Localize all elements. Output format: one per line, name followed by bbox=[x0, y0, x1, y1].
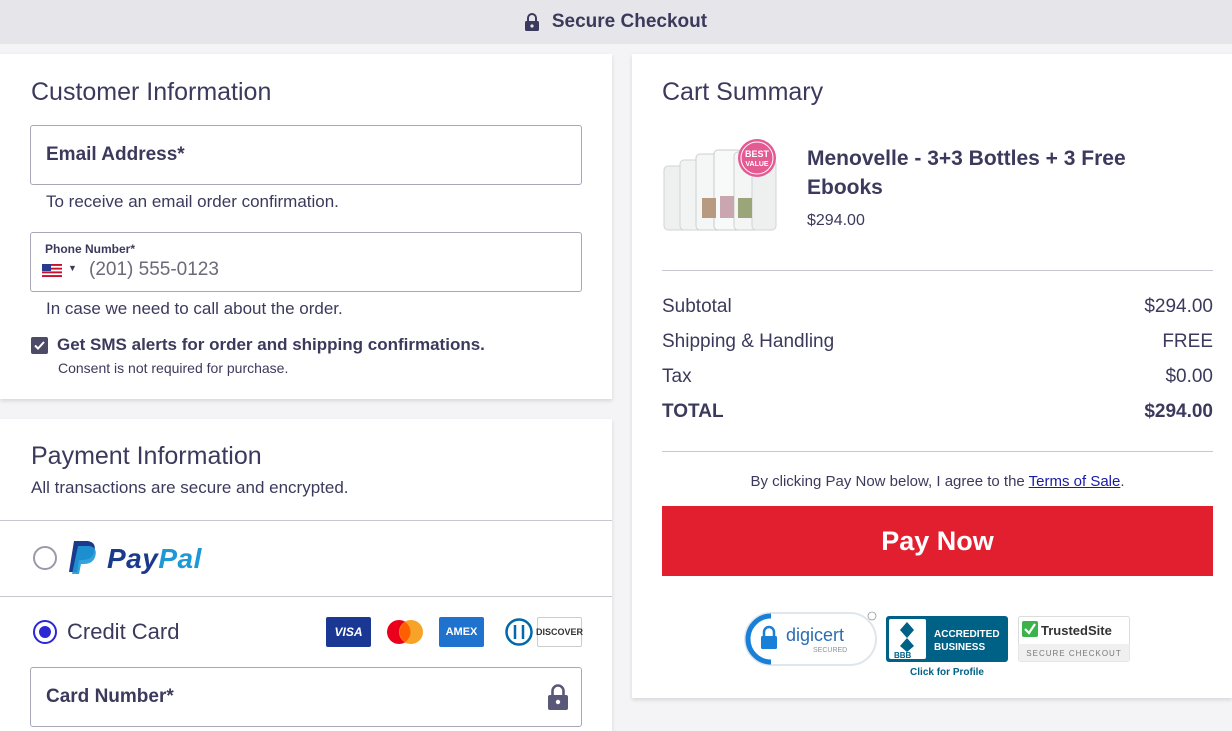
customer-info-title: Customer Information bbox=[31, 78, 272, 106]
total-value: $294.00 bbox=[1144, 401, 1213, 422]
subtotal-value: $294.00 bbox=[1144, 296, 1213, 317]
mastercard-icon bbox=[382, 617, 427, 647]
phone-hint: In case we need to call about the order. bbox=[46, 299, 343, 318]
terms-of-sale-link[interactable]: Terms of Sale bbox=[1029, 473, 1121, 490]
tax-value: $0.00 bbox=[1165, 366, 1213, 387]
payment-secure-note: All transactions are secure and encrypte… bbox=[31, 478, 349, 497]
lock-icon bbox=[548, 684, 568, 710]
digicert-text: digicert bbox=[786, 625, 844, 645]
mastercard-circles-icon bbox=[386, 620, 423, 644]
card-number-label: Card Number* bbox=[46, 686, 174, 707]
trustedsite-sub-text: SECURE CHECKOUT bbox=[1026, 649, 1121, 658]
pay-now-button[interactable]: Pay Now bbox=[662, 506, 1213, 576]
tax-row: Tax $0.00 bbox=[662, 366, 1213, 388]
cart-summary-card: Cart Summary BEST VALUE Menovelle - 3+3 … bbox=[632, 54, 1232, 698]
subtotal-label: Subtotal bbox=[662, 296, 732, 317]
phone-field[interactable]: Phone Number* ▼ bbox=[30, 232, 582, 292]
product-price: $294.00 bbox=[807, 212, 865, 229]
divider bbox=[0, 520, 612, 521]
digicert-secured-text: SECURED bbox=[813, 647, 847, 654]
terms-agreement: By clicking Pay Now below, I agree to th… bbox=[662, 473, 1213, 490]
digicert-badge[interactable]: digicert SECURED bbox=[742, 610, 878, 668]
total-label: TOTAL bbox=[662, 401, 724, 422]
header-bar: Secure Checkout bbox=[0, 0, 1232, 44]
divider bbox=[662, 270, 1213, 271]
bbb-caption-text: Click for Profile bbox=[910, 667, 984, 678]
consent-note: Consent is not required for purchase. bbox=[58, 360, 289, 376]
agree-text: By clicking Pay Now below, I agree to th… bbox=[750, 473, 1029, 490]
divider bbox=[0, 596, 612, 597]
bbb-accredited-text: ACCREDITED bbox=[934, 629, 1000, 640]
product-image: BEST VALUE bbox=[663, 139, 777, 231]
paypal-radio[interactable] bbox=[33, 546, 57, 570]
best-value-text-2: VALUE bbox=[745, 161, 769, 168]
paypal-logo-icon[interactable] bbox=[66, 539, 98, 575]
sms-label[interactable]: Get SMS alerts for order and shipping co… bbox=[57, 335, 485, 355]
visa-text: VISA bbox=[334, 625, 363, 639]
bbb-badge[interactable]: BBB ACCREDITED BUSINESS Click for Profil… bbox=[886, 616, 1010, 678]
trustedsite-badge[interactable]: TrustedSite SECURE CHECKOUT bbox=[1018, 616, 1130, 662]
diners-circle-icon bbox=[504, 618, 533, 646]
page-title: Secure Checkout bbox=[551, 11, 708, 32]
customer-info-card: Customer Information Email Address* To r… bbox=[0, 54, 612, 399]
payment-info-card: Payment Information All transactions are… bbox=[0, 419, 612, 731]
trustedsite-text: TrustedSite bbox=[1041, 623, 1112, 638]
checkmark-icon bbox=[34, 341, 45, 350]
best-value-text: BEST bbox=[745, 149, 770, 159]
agree-end: . bbox=[1120, 473, 1125, 490]
amex-icon: AMEX bbox=[439, 617, 484, 647]
credit-card-radio[interactable] bbox=[33, 620, 57, 644]
phone-input[interactable] bbox=[89, 257, 489, 283]
sms-checkbox[interactable] bbox=[31, 337, 48, 354]
diners-icon bbox=[496, 617, 541, 647]
email-hint: To receive an email order confirmation. bbox=[46, 192, 339, 211]
subtotal-row: Subtotal $294.00 bbox=[662, 296, 1213, 318]
paypal-pal-text: Pal bbox=[158, 543, 202, 574]
credit-card-label[interactable]: Credit Card bbox=[67, 619, 179, 645]
discover-icon: DISCOVER bbox=[536, 617, 584, 647]
shipping-value: FREE bbox=[1162, 331, 1213, 352]
shipping-label: Shipping & Handling bbox=[662, 331, 835, 352]
card-number-field[interactable]: Card Number* bbox=[30, 667, 582, 727]
us-flag-icon[interactable] bbox=[42, 264, 62, 277]
visa-icon: VISA bbox=[326, 617, 371, 647]
country-dropdown-icon[interactable]: ▼ bbox=[68, 263, 77, 273]
phone-label: Phone Number* bbox=[45, 242, 136, 256]
cart-summary-title: Cart Summary bbox=[662, 78, 824, 106]
email-label: Email Address* bbox=[46, 144, 185, 165]
payment-info-title: Payment Information bbox=[31, 442, 262, 470]
amex-text: AMEX bbox=[445, 626, 478, 638]
tax-label: Tax bbox=[662, 366, 692, 387]
lock-icon bbox=[524, 13, 539, 31]
product-name: Menovelle - 3+3 Bottles + 3 Free Ebooks bbox=[807, 147, 1126, 199]
bbb-logo-text: BBB bbox=[894, 651, 912, 660]
bbb-business-text: BUSINESS bbox=[934, 642, 985, 653]
shipping-row: Shipping & Handling FREE bbox=[662, 331, 1213, 353]
total-row: TOTAL $294.00 bbox=[662, 401, 1213, 423]
paypal-wordmark[interactable]: PayPal bbox=[107, 543, 202, 575]
discover-text: DISCOVER bbox=[536, 627, 584, 637]
paypal-pay-text: Pay bbox=[107, 543, 159, 574]
divider bbox=[662, 451, 1213, 452]
email-field[interactable]: Email Address* bbox=[30, 125, 582, 185]
